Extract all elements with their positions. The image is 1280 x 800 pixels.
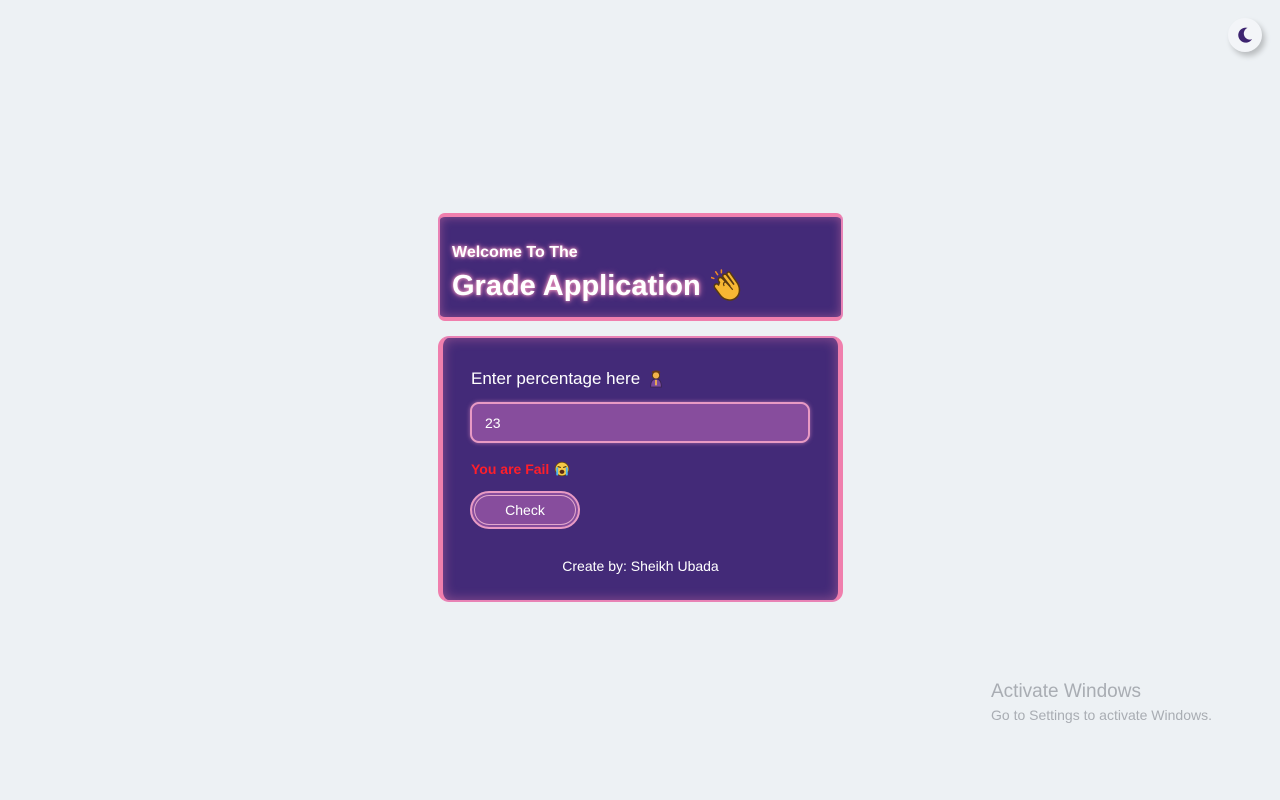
header-title-row: Grade Application: [452, 269, 745, 303]
header-card: Welcome To The Grade Application: [438, 213, 843, 321]
moon-icon: [1238, 27, 1253, 43]
activate-windows-watermark: Activate Windows Go to Settings to activ…: [991, 681, 1212, 725]
clapping-hands-icon: [710, 269, 740, 301]
theme-toggle-button[interactable]: [1228, 18, 1262, 52]
watermark-subtitle: Go to Settings to activate Windows.: [991, 707, 1212, 723]
crying-face-icon: [555, 461, 570, 477]
watermark-title: Activate Windows: [991, 681, 1141, 702]
check-button[interactable]: Check: [470, 491, 580, 529]
header-title: Grade Application: [452, 269, 701, 302]
result-message: You are Fail: [471, 461, 550, 477]
header-subtitle: Welcome To The: [452, 244, 578, 261]
prompt-label-row: Enter percentage here: [471, 369, 665, 389]
praying-person-icon: [650, 370, 663, 388]
page: Welcome To The Grade Application Enter p…: [0, 0, 1280, 800]
percentage-input[interactable]: [470, 402, 810, 443]
grade-form-card: Enter percentage here You are Fail Check…: [438, 336, 843, 602]
result-row: You are Fail: [471, 461, 570, 477]
percentage-label: Enter percentage here: [471, 369, 641, 388]
author-credit: Create by: Sheikh Ubada: [562, 558, 719, 574]
